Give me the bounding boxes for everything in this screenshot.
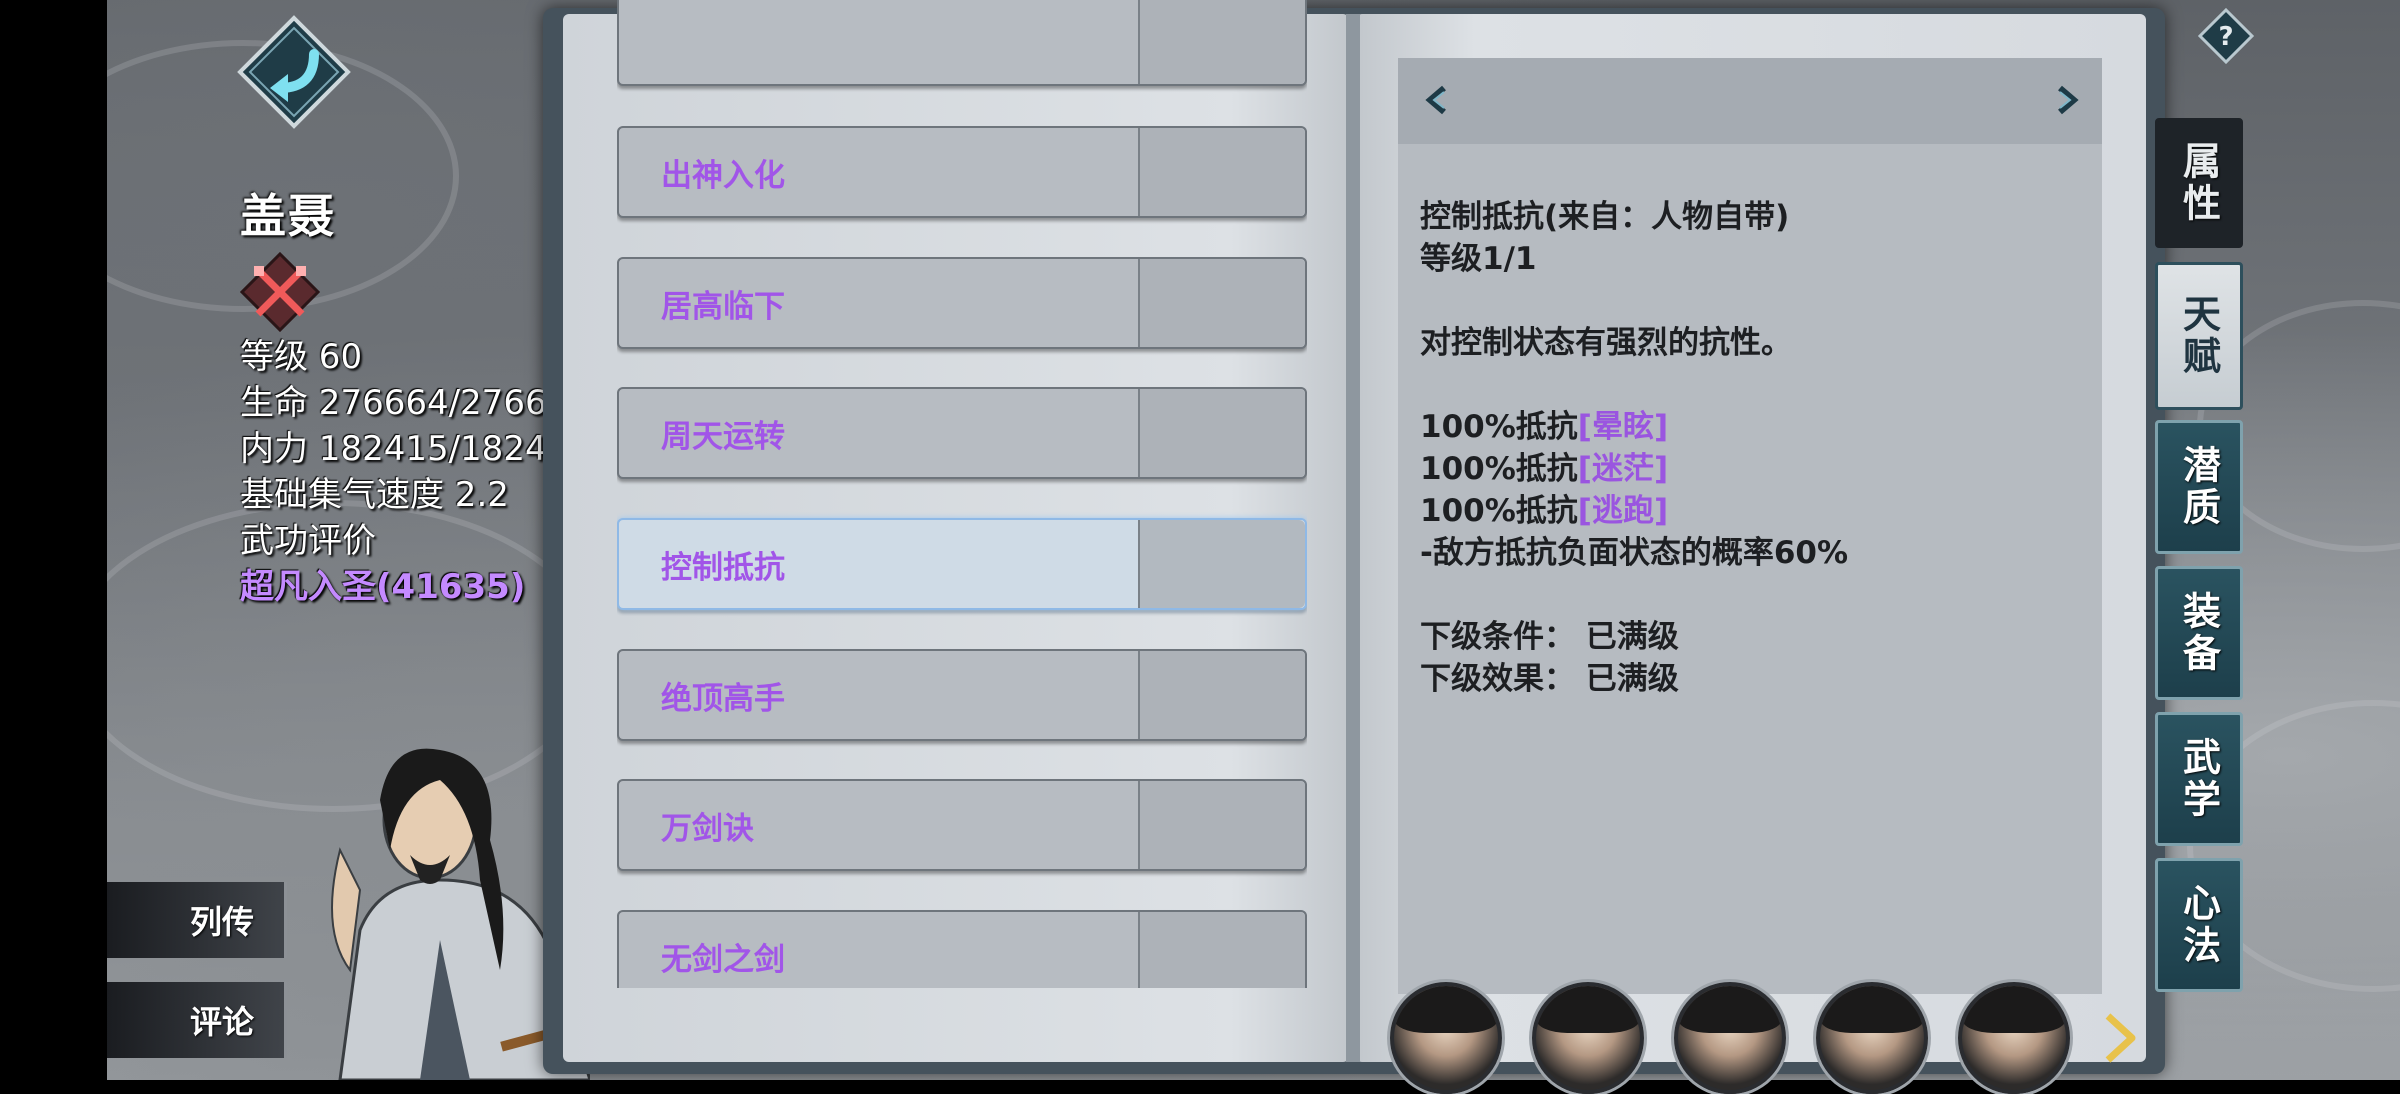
character-stats: 等级 60 生命 276664/276664 内力 182415/182415 … <box>240 334 590 610</box>
tab-attributes[interactable]: 属性 <box>2155 118 2243 248</box>
rating-label: 武功评价 <box>240 521 376 561</box>
party-avatar[interactable] <box>1816 982 1928 1094</box>
level-text: 等级 60 <box>240 337 363 377</box>
skill-row-selected[interactable]: 控制抵抗 <box>617 518 1307 610</box>
skill-slot <box>1138 912 1305 988</box>
avatar-hair <box>1536 986 1640 1033</box>
detail-title: 控制抵抗(来自：人物自带) <box>1420 199 1790 235</box>
tab-martial-arts[interactable]: 武学 <box>2155 712 2243 846</box>
skill-row[interactable]: 绝顶高手 <box>617 649 1307 741</box>
comment-button[interactable]: 评论 <box>107 982 287 1058</box>
help-icon[interactable]: ? <box>2198 8 2254 64</box>
party-avatar[interactable] <box>1390 982 1502 1094</box>
skill-label: 出神入化 <box>661 157 785 194</box>
chevron-right-icon[interactable] <box>2046 80 2086 120</box>
skill-slot <box>1138 259 1305 347</box>
skill-slot <box>1138 651 1305 739</box>
party-avatar[interactable] <box>1674 982 1786 1094</box>
tab-talent[interactable]: 天赋 <box>2155 262 2243 410</box>
skill-detail: 控制抵抗(来自：人物自带) 等级1/1 对控制状态有强烈的抗性。 100%抵抗[… <box>1420 196 2080 700</box>
skill-label: 居高临下 <box>661 288 785 325</box>
hp-text: 生命 276664/276664 <box>240 383 590 423</box>
crossed-swords-icon <box>240 252 320 332</box>
resist-prefix: 100%抵抗 <box>1420 409 1578 445</box>
detail-description: 对控制状态有强烈的抗性。 <box>1420 325 1792 361</box>
resist-tag: [逃跑] <box>1577 493 1669 529</box>
resist-prefix: 100%抵抗 <box>1420 451 1578 487</box>
avatar-hair <box>1678 986 1782 1033</box>
mp-text: 内力 182415/182415 <box>240 429 590 469</box>
detail-level: 等级1/1 <box>1420 241 1537 277</box>
skill-label: 无剑之剑 <box>661 941 785 978</box>
next-condition: 下级条件： 已满级 <box>1420 619 1679 655</box>
party-avatars <box>1390 982 2090 1094</box>
next-effect: 下级效果： 已满级 <box>1420 661 1679 697</box>
avatar-hair <box>1394 986 1498 1033</box>
resist-tag: [迷茫] <box>1577 451 1669 487</box>
skill-slot <box>1138 520 1305 608</box>
tab-potential[interactable]: 潜质 <box>2155 420 2243 554</box>
resist-line: 100%抵抗[逃跑] <box>1420 490 2080 532</box>
skill-label: 万剑诀 <box>661 810 754 847</box>
skill-slot <box>1138 128 1305 216</box>
tab-equipment[interactable]: 装备 <box>2155 566 2243 700</box>
skill-row[interactable] <box>617 0 1307 86</box>
resist-tag: [晕眩] <box>1577 409 1669 445</box>
avatar-hair <box>1820 986 1924 1033</box>
character-name: 盖聂 <box>240 189 336 243</box>
skill-label: 控制抵抗 <box>661 549 785 586</box>
skill-row[interactable]: 万剑诀 <box>617 779 1307 871</box>
avatar-hair <box>1962 986 2066 1033</box>
skill-slot <box>1138 781 1305 869</box>
skill-row[interactable]: 居高临下 <box>617 257 1307 349</box>
rating-value: 超凡入圣(41635) <box>240 567 526 607</box>
next-page-arrow-icon[interactable] <box>2098 1012 2142 1064</box>
skill-label: 周天运转 <box>661 418 785 455</box>
skill-row[interactable]: 无剑之剑 <box>617 910 1307 988</box>
tab-mental-method[interactable]: 心法 <box>2155 858 2243 992</box>
svg-text:?: ? <box>2218 22 2233 52</box>
skill-row[interactable]: 出神入化 <box>617 126 1307 218</box>
back-arrow-icon[interactable] <box>236 14 352 130</box>
skill-list[interactable]: 出神入化 居高临下 周天运转 控制抵抗 绝顶高手 万剑诀 无剑之剑 <box>617 0 1307 988</box>
biography-button[interactable]: 列传 <box>107 882 287 958</box>
chevron-left-icon[interactable] <box>1418 80 1458 120</box>
detail-effect: -敌方抵抗负面状态的概率60% <box>1420 535 1849 571</box>
book-spine <box>1346 14 1360 1062</box>
skill-label: 绝顶高手 <box>661 680 785 717</box>
detail-header <box>1398 58 2102 144</box>
qi-speed-text: 基础集气速度 2.2 <box>240 475 509 515</box>
skill-slot <box>1138 389 1305 477</box>
party-avatar[interactable] <box>1958 982 2070 1094</box>
resist-line: 100%抵抗[迷茫] <box>1420 448 2080 490</box>
skill-slot <box>1138 0 1305 84</box>
resist-prefix: 100%抵抗 <box>1420 493 1578 529</box>
party-avatar[interactable] <box>1532 982 1644 1094</box>
resist-line: 100%抵抗[晕眩] <box>1420 406 2080 448</box>
skill-row[interactable]: 周天运转 <box>617 387 1307 479</box>
skill-label <box>619 0 1138 84</box>
